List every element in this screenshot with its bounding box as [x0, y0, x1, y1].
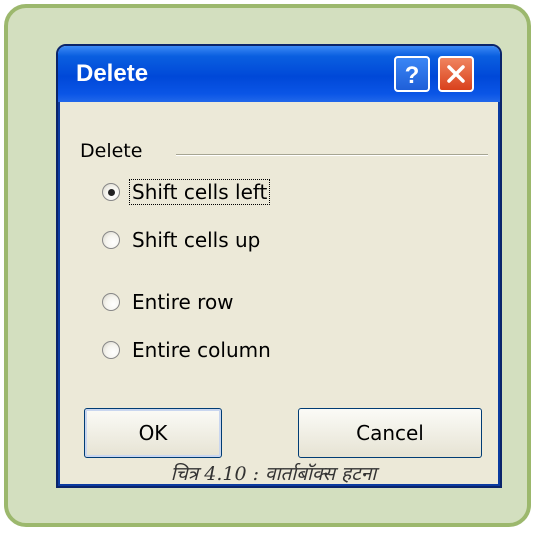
radio-button[interactable] [102, 341, 120, 359]
group-divider [176, 154, 488, 156]
delete-group-label: Delete [80, 140, 143, 162]
figure-caption: चित्र 4.10 : वार्ताबॉक्स हटना [170, 463, 377, 485]
title-bar[interactable]: Delete ? [58, 46, 500, 102]
radio-shift-cells-left[interactable]: Shift cells left [102, 179, 271, 205]
cancel-button[interactable]: Cancel [298, 408, 482, 458]
help-icon: ? [405, 62, 420, 88]
figure-frame: Delete ? Delete Shift cells left Shift c… [4, 4, 531, 527]
dialog-body: Delete Shift cells left Shift cells up E… [58, 102, 500, 486]
radio-button-selected[interactable] [102, 183, 120, 201]
dialog-title: Delete [76, 60, 149, 87]
close-button[interactable] [438, 56, 474, 92]
help-button[interactable]: ? [394, 56, 430, 92]
radio-label: Entire column [132, 338, 271, 362]
radio-entire-column[interactable]: Entire column [102, 338, 273, 362]
delete-dialog: Delete ? Delete Shift cells left Shift c… [56, 44, 502, 488]
radio-label: Shift cells up [132, 228, 261, 252]
ok-button[interactable]: OK [84, 408, 222, 458]
close-icon [447, 65, 465, 83]
radio-button[interactable] [102, 231, 120, 249]
radio-button[interactable] [102, 293, 120, 311]
radio-entire-row[interactable]: Entire row [102, 290, 236, 314]
radio-shift-cells-up[interactable]: Shift cells up [102, 228, 262, 252]
radio-label: Entire row [132, 290, 234, 314]
svg-text:?: ? [405, 62, 420, 88]
radio-label: Shift cells left [128, 179, 271, 205]
